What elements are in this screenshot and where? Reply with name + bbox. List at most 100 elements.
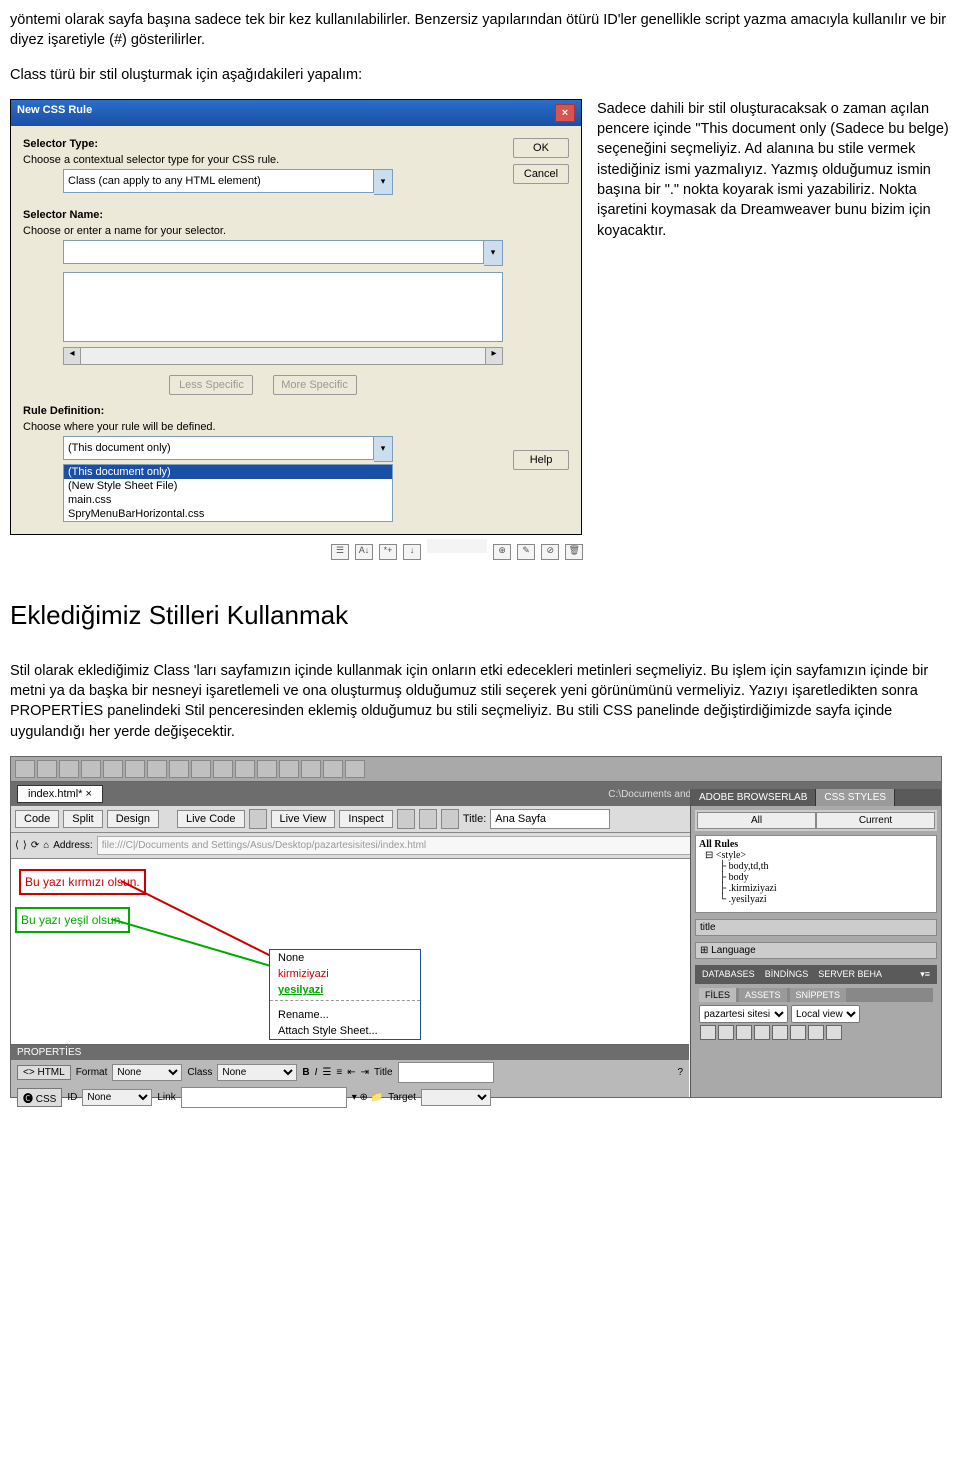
rule-item[interactable]: .kirmiziyazi [729, 883, 777, 894]
tool-icon[interactable] [279, 760, 299, 778]
indent-icon[interactable]: ⇤ [347, 1067, 355, 1078]
list-item[interactable]: (New Style Sheet File) [64, 479, 392, 493]
list-item[interactable]: SpryMenuBarHorizontal.css [64, 507, 392, 521]
selector-name-combo[interactable] [63, 240, 484, 264]
more-specific-button[interactable]: More Specific [273, 375, 357, 395]
tool-icon[interactable]: 🗑 [565, 544, 583, 560]
properties-header[interactable]: PROPERTİES [11, 1045, 689, 1060]
tool-icon[interactable] [249, 809, 267, 829]
italic-icon[interactable]: I [315, 1067, 318, 1078]
tool-icon[interactable] [772, 1025, 788, 1040]
refresh-icon[interactable]: ⟳ [31, 840, 39, 851]
help-icon[interactable]: ? [677, 1067, 683, 1078]
tool-icon[interactable] [345, 760, 365, 778]
split-button[interactable]: Split [63, 810, 102, 828]
view-select[interactable]: Local view [791, 1005, 860, 1023]
scrollbar-track[interactable] [81, 347, 485, 365]
all-button[interactable]: All [697, 812, 816, 829]
list-icon[interactable]: ≡ [336, 1067, 342, 1078]
tab-files[interactable]: FİLES [699, 988, 736, 1002]
current-button[interactable]: Current [816, 812, 935, 829]
tool-icon[interactable] [191, 760, 211, 778]
design-button[interactable]: Design [107, 810, 159, 828]
tool-icon[interactable] [257, 760, 277, 778]
tab-snippets[interactable]: SNİPPETS [790, 988, 847, 1002]
tool-icon[interactable]: *+ [379, 544, 397, 560]
liveview-button[interactable]: Live View [271, 810, 336, 828]
target-select[interactable] [421, 1089, 491, 1106]
tool-icon[interactable] [169, 760, 189, 778]
tool-icon[interactable] [323, 760, 343, 778]
list-icon[interactable]: ☰ [322, 1067, 331, 1078]
nav-fwd-icon[interactable]: ⟩ [23, 840, 27, 851]
less-specific-button[interactable]: Less Specific [169, 375, 253, 395]
id-select[interactable]: None [82, 1089, 152, 1106]
tab-assets[interactable]: ASSETS [739, 988, 787, 1002]
html-tab[interactable]: <> HTML [17, 1065, 71, 1080]
document-tab[interactable]: index.html* × [17, 785, 103, 803]
close-icon[interactable]: × [555, 104, 575, 122]
popup-item-rename[interactable]: Rename... [270, 1007, 420, 1023]
tab-server[interactable]: SERVER BEHA [815, 968, 885, 981]
tool-icon[interactable] [103, 760, 123, 778]
inspect-button[interactable]: Inspect [339, 810, 392, 828]
tool-icon[interactable] [125, 760, 145, 778]
design-canvas[interactable]: Bu yazı kırmızı olsun. Bu yazı yeşil ols… [11, 863, 686, 1042]
tool-icon[interactable] [301, 760, 321, 778]
chevron-down-icon[interactable]: ▾ [374, 169, 393, 195]
rule-item[interactable]: body [729, 872, 749, 883]
scroll-right-icon[interactable]: ▸ [485, 347, 503, 365]
tool-icon[interactable] [419, 809, 437, 829]
tool-icon[interactable] [59, 760, 79, 778]
indent-icon[interactable]: ⇥ [361, 1067, 369, 1078]
home-icon[interactable]: ⌂ [43, 840, 49, 851]
title-input[interactable] [490, 809, 610, 829]
tool-icon[interactable] [808, 1025, 824, 1040]
site-select[interactable]: pazartesi sitesi [699, 1005, 788, 1023]
tool-icon[interactable] [754, 1025, 770, 1040]
tool-icon[interactable] [790, 1025, 806, 1040]
class-select[interactable]: None [217, 1064, 297, 1081]
tool-icon[interactable] [826, 1025, 842, 1040]
prop-language[interactable]: Language [711, 945, 756, 956]
format-select[interactable]: None [112, 1064, 182, 1081]
chevron-down-icon[interactable]: ▾ [484, 240, 503, 266]
tab-cssstyles[interactable]: CSS STYLES [816, 789, 895, 806]
rule-item[interactable]: body,td,th [729, 861, 769, 872]
tool-icon[interactable] [147, 760, 167, 778]
css-tab[interactable]: 🅒 CSS [17, 1088, 62, 1107]
rules-list[interactable]: All Rules ⊟ <style> ├ body,td,th ├ body … [695, 835, 937, 913]
tool-icon[interactable] [81, 760, 101, 778]
popup-item-kirmizi[interactable]: kirmiziyazi [270, 966, 420, 982]
popup-item-attach[interactable]: Attach Style Sheet... [270, 1023, 420, 1039]
cancel-button[interactable]: Cancel [513, 164, 569, 184]
tool-icon[interactable]: ✎ [517, 544, 535, 560]
tool-icon[interactable] [718, 1025, 734, 1040]
tool-icon[interactable] [213, 760, 233, 778]
tool-icon[interactable]: A↓ [355, 544, 373, 560]
popup-item-yesil[interactable]: yesilyazi [270, 982, 420, 998]
code-button[interactable]: Code [15, 810, 59, 828]
tool-icon[interactable]: ↓ [403, 544, 421, 560]
tool-icon[interactable] [397, 809, 415, 829]
scroll-left-icon[interactable]: ◂ [63, 347, 81, 365]
tab-bindings[interactable]: BİNDİNGS [762, 968, 812, 981]
list-item[interactable]: (This document only) [64, 465, 392, 479]
tab-databases[interactable]: DATABASES [699, 968, 758, 981]
tool-icon[interactable]: ⊘ [541, 544, 559, 560]
tool-icon[interactable] [15, 760, 35, 778]
selector-type-combo[interactable] [63, 169, 374, 193]
tool-icon[interactable] [736, 1025, 752, 1040]
tool-icon[interactable] [441, 809, 459, 829]
tool-icon[interactable] [37, 760, 57, 778]
nav-back-icon[interactable]: ⟨ [15, 840, 19, 851]
rule-item[interactable]: .yesilyazi [729, 894, 767, 905]
ok-button[interactable]: OK [513, 138, 569, 158]
popup-item-none[interactable]: None [270, 950, 420, 966]
title-prop-input[interactable] [398, 1062, 494, 1083]
tool-icon[interactable] [235, 760, 255, 778]
livecode-button[interactable]: Live Code [177, 810, 245, 828]
link-browse-icon[interactable]: ▾ ⊕ 📁 [352, 1092, 383, 1103]
help-button[interactable]: Help [513, 450, 569, 470]
tool-icon[interactable]: ⊕ [493, 544, 511, 560]
